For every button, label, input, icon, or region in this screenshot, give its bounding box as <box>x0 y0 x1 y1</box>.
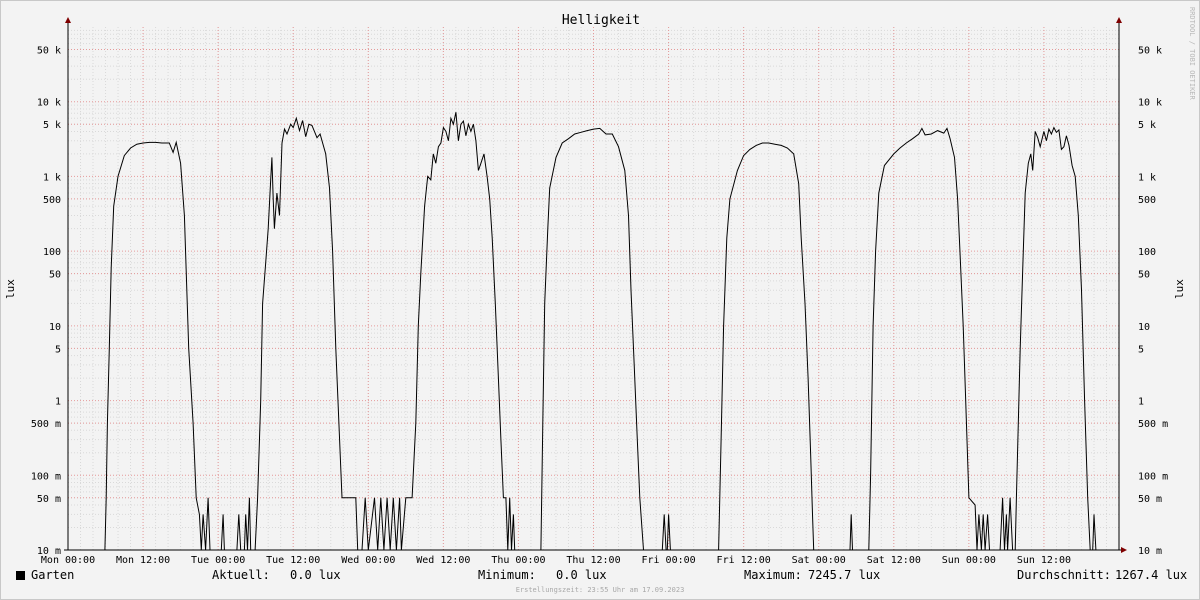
x-axis-arrow <box>1121 547 1127 553</box>
y-tick-label-right: 50 <box>1138 270 1150 281</box>
x-tick-label: Mon 00:00 <box>41 555 95 566</box>
y-tick-label-right: 10 m <box>1138 546 1162 557</box>
legend-swatch <box>16 571 25 580</box>
x-tick-label: Wed 00:00 <box>341 555 395 566</box>
x-tick-label: Thu 12:00 <box>566 555 620 566</box>
y-tick-label-right: 500 <box>1138 195 1156 206</box>
y-tick-label-right: 10 k <box>1138 98 1162 109</box>
y-tick-label-right: 500 m <box>1138 419 1168 430</box>
x-tick-label: Thu 00:00 <box>491 555 545 566</box>
y-tick-label-right: 10 <box>1138 322 1150 333</box>
x-tick-label: Sat 00:00 <box>792 555 846 566</box>
y-tick-label-left: 5 k <box>43 120 61 131</box>
y-tick-label-left: 1 k <box>43 172 61 183</box>
x-tick-label: Mon 12:00 <box>116 555 170 566</box>
x-tick-label: Fri 00:00 <box>641 555 695 566</box>
x-tick-label: Sun 00:00 <box>942 555 996 566</box>
legend-current-value: 0.0 lux <box>290 568 341 582</box>
y-tick-label-left: 50 k <box>37 45 61 56</box>
legend-max-label: Maximum: <box>744 568 802 582</box>
legend-min-value: 0.0 lux <box>556 568 607 582</box>
chart-canvas: Helligkeit 10 m 10 m50 m 50 m100 m 100 m500… <box>4 7 1196 566</box>
series-line-garten <box>68 112 1107 551</box>
chart-title: Helligkeit <box>562 13 640 28</box>
y-tick-label-right: 1 <box>1138 397 1144 408</box>
watermark: RRDTOOL / TOBI OETIKER <box>1188 7 1196 101</box>
y-tick-label-right: 5 k <box>1138 120 1156 131</box>
y-tick-label-left: 500 m <box>31 419 61 430</box>
y-tick-label-right: 100 <box>1138 247 1156 258</box>
x-tick-label: Wed 12:00 <box>416 555 470 566</box>
y-tick-label-right: 100 m <box>1138 471 1168 482</box>
y-axis-label-right: lux <box>1173 279 1186 299</box>
y-tick-label-left: 50 m <box>37 494 61 505</box>
axis-ticks: 10 m 10 m50 m 50 m100 m 100 m500 m 500 m1 15 5… <box>31 45 1168 566</box>
legend-avg-value: 1267.4 lux <box>1115 568 1188 582</box>
y-tick-label-left: 50 <box>49 270 61 281</box>
y-tick-label-left: 5 <box>55 344 61 355</box>
chart-frame: Helligkeit 10 m 10 m 50 m 50 m 100 m 100 m 500… <box>0 0 1200 600</box>
legend-max-value: 7245.7 lux <box>808 568 881 582</box>
legend: Garten Aktuell: 0.0 lux Minimum: 0.0 lux… <box>1 568 1199 584</box>
legend-series-name: Garten <box>31 568 75 582</box>
x-tick-label: Sat 12:00 <box>867 555 921 566</box>
y-tick-label-left: 10 <box>49 322 61 333</box>
y-axis-label-left: lux <box>4 279 17 299</box>
x-tick-label: Tue 00:00 <box>191 555 245 566</box>
axes <box>64 17 1127 553</box>
y-tick-label-left: 500 <box>43 195 61 206</box>
legend-min-label: Minimum: <box>478 568 536 582</box>
y-tick-label-right: 50 m <box>1138 494 1162 505</box>
y-tick-label-right: 50 k <box>1138 45 1162 56</box>
x-tick-label: Fri 12:00 <box>717 555 771 566</box>
y-axis-arrow-right <box>1116 17 1122 23</box>
y-tick-label-right: 5 <box>1138 344 1144 355</box>
y-tick-label-left: 100 m <box>31 471 61 482</box>
y-tick-label-right: 1 k <box>1138 172 1156 183</box>
legend-current-label: Aktuell: <box>212 568 270 582</box>
creation-time: Erstellungszeit: 23:55 Uhr am 17.09.2023 <box>515 586 685 594</box>
y-tick-label-left: 100 <box>43 247 61 258</box>
legend-avg-label: Durchschnitt: <box>1017 568 1111 582</box>
y-axis-arrow-left <box>65 17 71 23</box>
y-tick-label-left: 1 <box>55 397 61 408</box>
y-tick-label-left: 10 k <box>37 98 61 109</box>
x-tick-label: Tue 12:00 <box>266 555 320 566</box>
x-tick-label: Sun 12:00 <box>1017 555 1071 566</box>
